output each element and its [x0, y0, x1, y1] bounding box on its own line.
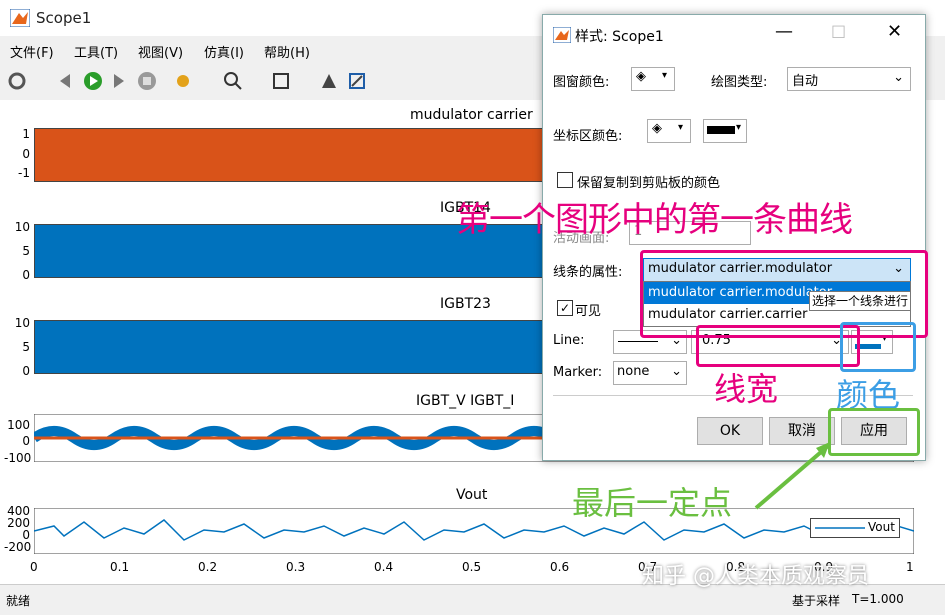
gear-icon[interactable]	[6, 70, 28, 92]
visible-checkbox[interactable]: ✓	[557, 300, 573, 316]
fit-axes-icon[interactable]	[270, 70, 292, 92]
highlight-icon[interactable]	[172, 70, 194, 92]
xtick: 0.5	[462, 560, 482, 574]
ytick: 10	[14, 220, 30, 234]
xtick: 0	[30, 560, 38, 574]
axes-tick-color-button[interactable]: ▾	[703, 119, 747, 143]
annotation-box-color	[840, 322, 916, 372]
axes-bg-color-button[interactable]: ◈ ▾	[647, 119, 691, 143]
figure-color-button[interactable]: ◈ ▾	[631, 67, 675, 91]
xtick: 0.2	[198, 560, 218, 574]
close-icon[interactable]: ✕	[887, 21, 902, 42]
ytick: 0	[22, 268, 30, 282]
dialog-title: 样式: Scope1	[575, 29, 664, 45]
style-icon[interactable]	[346, 70, 368, 92]
run-icon[interactable]	[82, 70, 104, 92]
marker-select[interactable]: none ⌄	[613, 361, 687, 385]
annotation-box-width	[696, 325, 860, 367]
plot-type-select[interactable]: 自动 ⌄	[787, 67, 911, 91]
xtick: 0.4	[374, 560, 394, 574]
ytick: 0	[22, 364, 30, 378]
plot-title-5: Vout	[456, 487, 488, 503]
matlab-icon	[553, 27, 571, 43]
axes-color-label: 坐标区颜色:	[553, 129, 623, 144]
ytick: 0	[22, 434, 30, 448]
xtick: 0.3	[286, 560, 306, 574]
step-back-icon[interactable]	[56, 70, 78, 92]
legend-line	[815, 527, 865, 529]
annotation-box-apply	[828, 408, 920, 456]
annotation-line-width: 线宽	[714, 370, 779, 408]
legend-label: Vout	[868, 520, 895, 534]
menu-simulation[interactable]: 仿真(I)	[204, 42, 244, 61]
plot-title-3: IGBT23	[440, 296, 491, 312]
xtick: 1	[906, 560, 914, 574]
menu-tools[interactable]: 工具(T)	[74, 42, 118, 61]
watermark: 知乎 @人类本质观察员	[642, 564, 869, 589]
triggers-icon[interactable]	[318, 70, 340, 92]
plot-type-label: 绘图类型:	[711, 75, 768, 90]
status-time: T=1.000	[852, 592, 904, 606]
figure-color-label: 图窗颜色:	[553, 75, 610, 90]
matlab-icon	[10, 9, 30, 27]
window-title: Scope1	[36, 9, 92, 27]
ytick: -100	[4, 451, 32, 465]
plot-title-1: mudulator carrier	[410, 107, 533, 123]
ytick: 1	[22, 127, 30, 141]
annotation-first-curve: 第一个图形中的第一条曲线	[456, 200, 853, 240]
legend: Vout	[810, 518, 900, 538]
ytick: -1	[18, 166, 30, 180]
ytick: -200	[4, 540, 32, 554]
xtick: 0.6	[550, 560, 570, 574]
visible-label: 可见	[575, 304, 602, 319]
plot-type-value: 自动	[792, 74, 819, 89]
step-forward-icon[interactable]	[108, 70, 130, 92]
plot-title-4: IGBT_V IGBT_I	[416, 393, 515, 409]
ytick: 10	[14, 316, 30, 330]
ytick: 100	[7, 418, 30, 432]
marker-label: Marker:	[553, 365, 603, 380]
zoom-icon[interactable]	[222, 70, 244, 92]
minimize-icon[interactable]: —	[775, 21, 793, 42]
annotation-arrow	[754, 442, 830, 510]
preserve-checkbox[interactable]	[557, 172, 573, 188]
status-mode: 基于采样	[792, 594, 841, 608]
line-properties-label: 线条的属性:	[553, 265, 623, 280]
menu-view[interactable]: 视图(V)	[138, 42, 183, 61]
xtick: 0.1	[110, 560, 130, 574]
ytick: 5	[22, 340, 30, 354]
stop-icon[interactable]	[136, 70, 158, 92]
ytick: 5	[22, 244, 30, 258]
marker-value: none	[617, 364, 650, 379]
status-ready: 就绪	[6, 594, 31, 608]
annotation-finally: 最后一定点	[572, 484, 733, 522]
menu-help[interactable]: 帮助(H)	[264, 42, 310, 61]
line-label: Line:	[553, 333, 585, 348]
preserve-label: 保留复制到剪贴板的颜色	[577, 176, 721, 191]
menu-file[interactable]: 文件(F)	[10, 42, 54, 61]
ytick: 0	[22, 147, 30, 161]
maximize-icon[interactable]: □	[831, 21, 846, 40]
